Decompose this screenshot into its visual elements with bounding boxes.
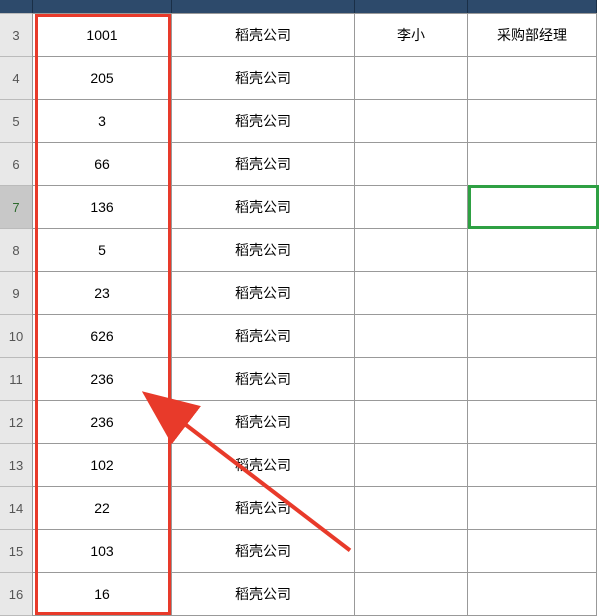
table-row: 53稻壳公司 (0, 100, 600, 143)
cell-col-c[interactable] (354, 271, 468, 315)
cell-col-a[interactable]: 3 (32, 99, 172, 143)
cell-col-b[interactable]: 稻壳公司 (171, 529, 355, 573)
cell-col-a[interactable]: 102 (32, 443, 172, 487)
cell-col-b[interactable]: 稻壳公司 (171, 443, 355, 487)
cell-col-a[interactable]: 22 (32, 486, 172, 530)
cell-col-d[interactable]: 采购部经理 (467, 13, 597, 57)
row-header[interactable]: 14 (0, 486, 33, 530)
table-row: 4205稻壳公司 (0, 57, 600, 100)
row-header[interactable]: 9 (0, 271, 33, 315)
header-col-c[interactable] (354, 0, 468, 14)
cell-col-b[interactable]: 稻壳公司 (171, 185, 355, 229)
table-row: 923稻壳公司 (0, 272, 600, 315)
cell-col-a[interactable]: 236 (32, 357, 172, 401)
row-header[interactable]: 7 (0, 185, 33, 229)
table-row: 15103稻壳公司 (0, 530, 600, 573)
table-row: 10626稻壳公司 (0, 315, 600, 358)
row-header[interactable]: 16 (0, 572, 33, 616)
cell-col-d[interactable] (467, 400, 597, 444)
cell-col-d[interactable] (467, 443, 597, 487)
row-header[interactable]: 10 (0, 314, 33, 358)
row-header[interactable]: 5 (0, 99, 33, 143)
cell-col-d[interactable] (467, 142, 597, 186)
header-row (0, 0, 600, 14)
cell-col-a[interactable]: 626 (32, 314, 172, 358)
cell-col-d[interactable] (467, 572, 597, 616)
cell-col-b[interactable]: 稻壳公司 (171, 142, 355, 186)
cell-col-b[interactable]: 稻壳公司 (171, 572, 355, 616)
cell-col-a[interactable]: 136 (32, 185, 172, 229)
cell-col-a[interactable]: 1001 (32, 13, 172, 57)
row-header[interactable]: 8 (0, 228, 33, 272)
table-row: 666稻壳公司 (0, 143, 600, 186)
table-row: 1422稻壳公司 (0, 487, 600, 530)
cell-col-d[interactable] (467, 486, 597, 530)
cell-col-a[interactable]: 66 (32, 142, 172, 186)
table-row: 13102稻壳公司 (0, 444, 600, 487)
cell-col-b[interactable]: 稻壳公司 (171, 228, 355, 272)
cell-col-b[interactable]: 稻壳公司 (171, 400, 355, 444)
cell-col-c[interactable] (354, 572, 468, 616)
cell-col-a[interactable]: 205 (32, 56, 172, 100)
cell-col-c[interactable]: 李小 (354, 13, 468, 57)
header-col-a[interactable] (32, 0, 172, 14)
corner-cell (0, 0, 33, 14)
row-header[interactable]: 11 (0, 357, 33, 401)
cell-col-c[interactable] (354, 443, 468, 487)
row-header[interactable]: 4 (0, 56, 33, 100)
row-header[interactable]: 12 (0, 400, 33, 444)
cell-col-b[interactable]: 稻壳公司 (171, 486, 355, 530)
header-col-b[interactable] (171, 0, 355, 14)
table-row: 85稻壳公司 (0, 229, 600, 272)
cell-col-d[interactable] (467, 529, 597, 573)
table-row: 7136稻壳公司 (0, 186, 600, 229)
cell-col-c[interactable] (354, 185, 468, 229)
cell-col-c[interactable] (354, 357, 468, 401)
cell-col-d[interactable] (467, 228, 597, 272)
cell-col-a[interactable]: 236 (32, 400, 172, 444)
cell-col-c[interactable] (354, 314, 468, 358)
cell-col-c[interactable] (354, 486, 468, 530)
row-header[interactable]: 13 (0, 443, 33, 487)
table-row: 11236稻壳公司 (0, 358, 600, 401)
row-header[interactable]: 3 (0, 13, 33, 57)
cell-col-a[interactable]: 16 (32, 572, 172, 616)
cell-col-b[interactable]: 稻壳公司 (171, 56, 355, 100)
cell-col-a[interactable]: 103 (32, 529, 172, 573)
table-row: 31001稻壳公司李小采购部经理 (0, 14, 600, 57)
cell-col-d[interactable] (467, 357, 597, 401)
table-row: 1616稻壳公司 (0, 573, 600, 616)
cell-col-c[interactable] (354, 400, 468, 444)
table-row: 12236稻壳公司 (0, 401, 600, 444)
cell-col-c[interactable] (354, 56, 468, 100)
cell-col-a[interactable]: 5 (32, 228, 172, 272)
cell-col-b[interactable]: 稻壳公司 (171, 314, 355, 358)
cell-col-b[interactable]: 稻壳公司 (171, 357, 355, 401)
cell-col-d[interactable] (467, 314, 597, 358)
cell-col-c[interactable] (354, 142, 468, 186)
cell-col-c[interactable] (354, 228, 468, 272)
cell-col-d[interactable] (467, 99, 597, 143)
cell-col-d[interactable] (467, 185, 597, 229)
row-header[interactable]: 6 (0, 142, 33, 186)
cell-col-d[interactable] (467, 56, 597, 100)
header-col-d[interactable] (467, 0, 597, 14)
cell-col-b[interactable]: 稻壳公司 (171, 13, 355, 57)
cell-col-b[interactable]: 稻壳公司 (171, 271, 355, 315)
row-header[interactable]: 15 (0, 529, 33, 573)
cell-col-b[interactable]: 稻壳公司 (171, 99, 355, 143)
cell-col-a[interactable]: 23 (32, 271, 172, 315)
cell-col-c[interactable] (354, 529, 468, 573)
cell-col-d[interactable] (467, 271, 597, 315)
cell-col-c[interactable] (354, 99, 468, 143)
